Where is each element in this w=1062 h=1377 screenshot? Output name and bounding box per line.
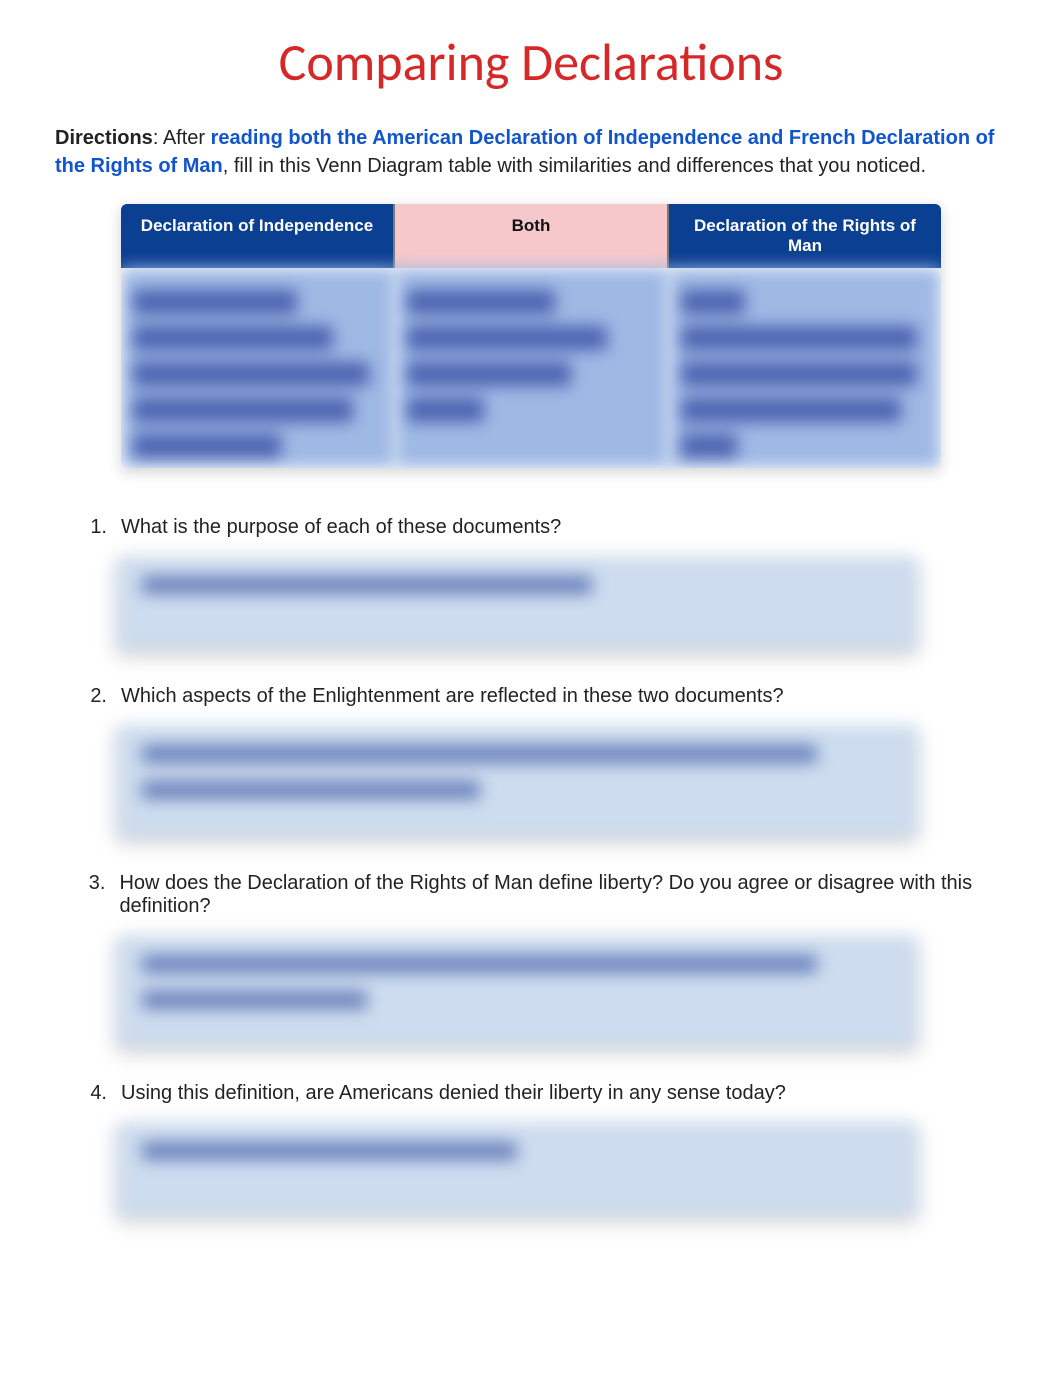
directions-rest: , fill in this Venn Diagram table with s…: [223, 155, 926, 177]
answer-box-3[interactable]: [117, 936, 917, 1046]
question-number: 4.: [83, 1082, 107, 1105]
directions-paragraph: Directions: After reading both the Ameri…: [55, 124, 1007, 180]
question-text: What is the purpose of each of these doc…: [121, 516, 561, 539]
page-title: Comparing Declarations: [55, 30, 1007, 94]
blurred-text: [133, 362, 369, 386]
blurred-text: [133, 326, 333, 350]
venn-table: Declaration of Independence Both Declara…: [121, 204, 941, 468]
blurred-text: [681, 398, 901, 422]
question-number: 1.: [83, 516, 107, 539]
blurred-text: [407, 290, 555, 314]
blurred-text: [133, 434, 281, 458]
blurred-text: [407, 326, 607, 350]
venn-col-both: [395, 268, 669, 468]
venn-header-row: Declaration of Independence Both Declara…: [121, 204, 941, 268]
blurred-text: [142, 955, 817, 973]
blurred-text: [681, 434, 737, 458]
blurred-text: [407, 362, 571, 386]
blurred-text: [681, 362, 917, 386]
venn-col-doi: [121, 268, 395, 468]
question-text: Which aspects of the Enlightenment are r…: [121, 685, 784, 708]
blurred-text: [681, 290, 745, 314]
directions-label: Directions: [55, 127, 153, 149]
blurred-text: [681, 326, 917, 350]
venn-header-dorm: Declaration of the Rights of Man: [669, 204, 941, 268]
question-number: 3.: [83, 872, 105, 918]
blurred-text: [142, 576, 592, 594]
question-text: Using this definition, are Americans den…: [121, 1082, 786, 1105]
answer-box-1[interactable]: [117, 557, 917, 649]
question-2: 2. Which aspects of the Enlightenment ar…: [83, 685, 1007, 708]
answer-box-2[interactable]: [117, 726, 917, 836]
directions-after: : After: [153, 127, 211, 149]
question-number: 2.: [83, 685, 107, 708]
venn-header-both: Both: [395, 204, 669, 268]
blurred-text: [133, 398, 353, 422]
venn-header-doi: Declaration of Independence: [121, 204, 395, 268]
blurred-text: [142, 781, 480, 799]
blurred-text: [142, 991, 367, 1009]
answer-box-4[interactable]: [117, 1123, 917, 1215]
blurred-text: [142, 745, 817, 763]
question-text: How does the Declaration of the Rights o…: [119, 872, 1007, 918]
blurred-text: [133, 290, 297, 314]
question-4: 4. Using this definition, are Americans …: [83, 1082, 1007, 1105]
blurred-text: [407, 398, 484, 422]
question-1: 1. What is the purpose of each of these …: [83, 516, 1007, 539]
question-3: 3. How does the Declaration of the Right…: [83, 872, 1007, 918]
blurred-text: [142, 1142, 517, 1160]
venn-body: [121, 268, 941, 468]
venn-col-dorm: [669, 268, 941, 468]
